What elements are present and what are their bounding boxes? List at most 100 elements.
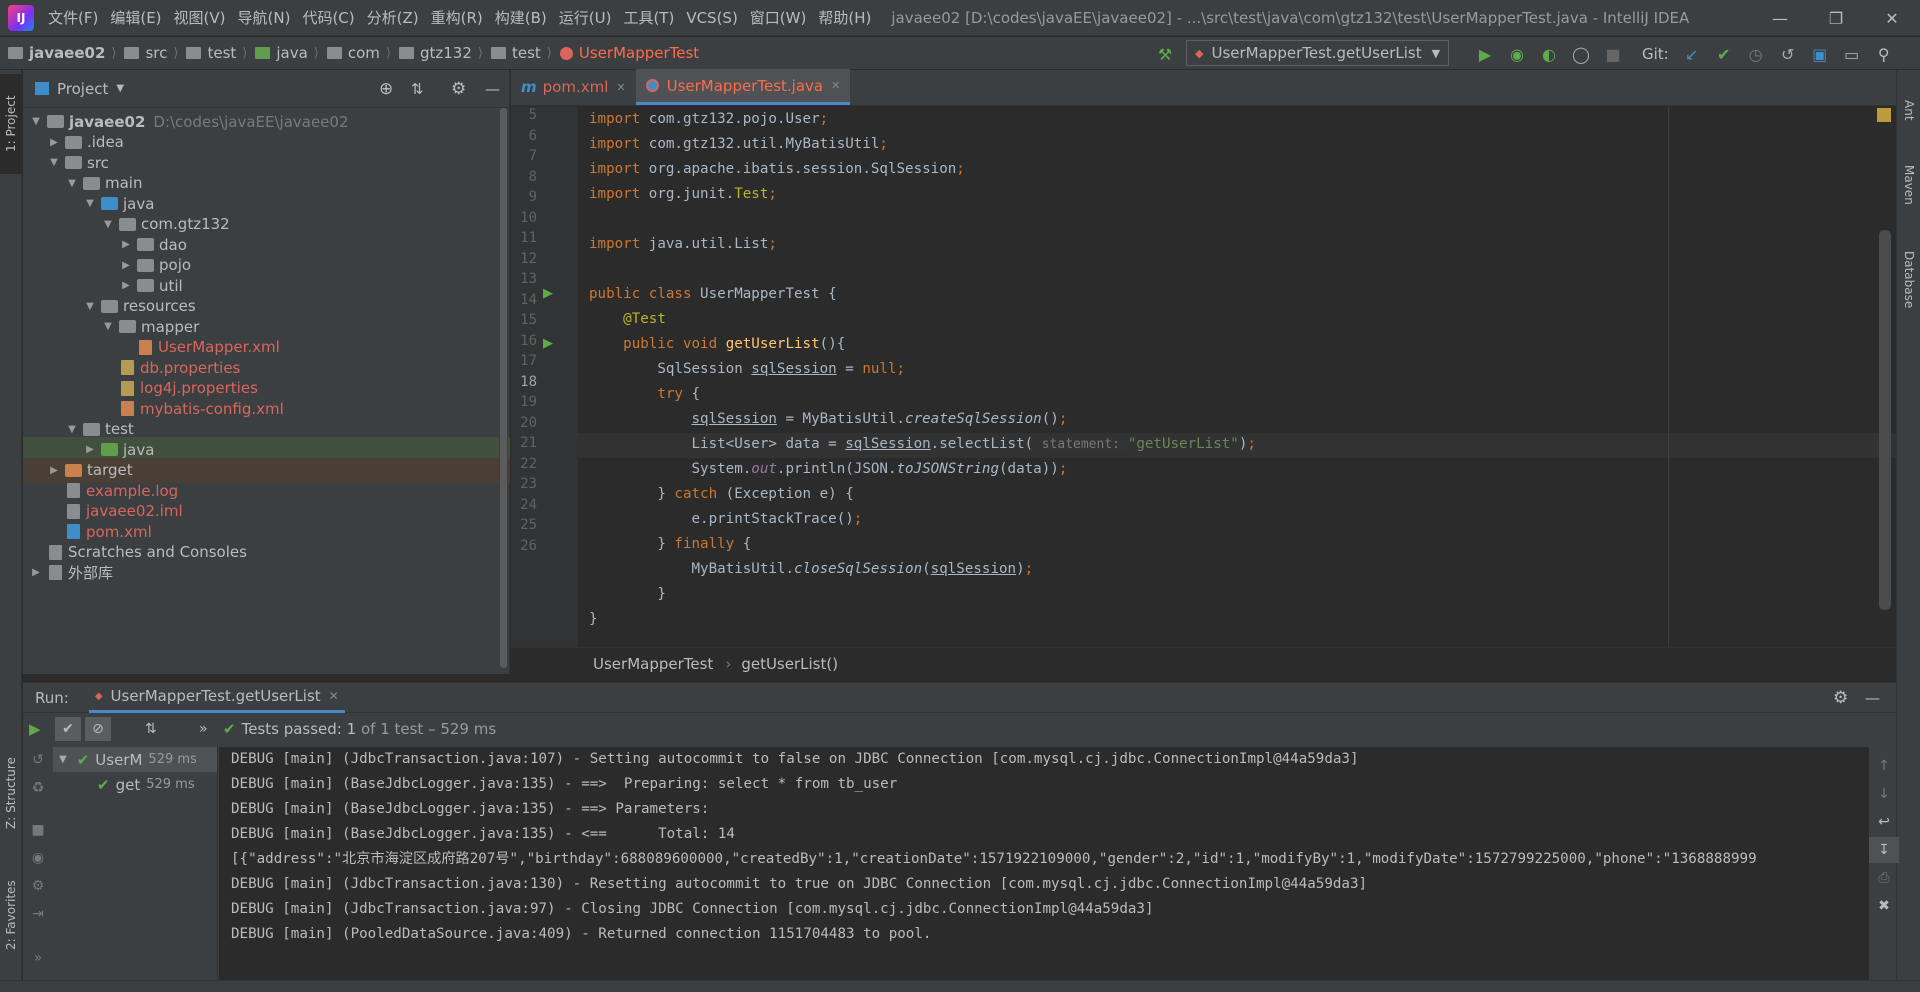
chevron-down-icon[interactable]: ▼ (116, 83, 124, 94)
editor-scrollbar[interactable] (1879, 230, 1891, 610)
test-node[interactable]: ▼ ✔ UserM 529 ms (53, 747, 217, 772)
menu-item[interactable]: 重构(R) (425, 7, 489, 28)
gear-icon[interactable]: ⚙ (451, 79, 466, 99)
breadcrumb-item[interactable]: test ⟩ (483, 44, 552, 62)
menu-item[interactable]: VCS(S) (680, 9, 743, 27)
collapse-all-icon[interactable]: ⇅ (411, 80, 424, 98)
git-update-icon[interactable]: ↙ (1679, 41, 1705, 67)
menu-item[interactable]: 分析(Z) (361, 7, 425, 28)
scroll-to-end-icon[interactable]: ↧ (1869, 837, 1899, 863)
chevron-right-icon[interactable]: ▶ (119, 239, 133, 250)
project-structure-icon[interactable]: ▣ (1807, 41, 1833, 67)
git-history-icon[interactable]: ◷ (1743, 41, 1769, 67)
sort-icon[interactable]: ⇅ (145, 721, 157, 737)
close-tab-icon[interactable]: ✕ (831, 79, 840, 92)
toggle-auto-test-icon[interactable]: ♻ (23, 775, 53, 801)
menu-item[interactable]: 编辑(E) (104, 7, 167, 28)
build-hammer-icon[interactable]: ⚒ (1152, 41, 1178, 67)
run-gutter-icon[interactable]: ▶ (543, 336, 553, 351)
chevron-right-icon[interactable]: ▶ (47, 137, 61, 148)
chevron-down-icon[interactable]: ▼ (83, 198, 97, 209)
breadcrumb-item[interactable]: src ⟩ (116, 44, 178, 62)
console-output[interactable]: DEBUG [main] (JdbcTransaction.java:107) … (219, 747, 1869, 981)
gear-icon[interactable]: ⚙ (1833, 688, 1848, 708)
camera-icon[interactable]: ◉ (23, 845, 53, 871)
profile-icon[interactable]: ◯ (1568, 41, 1594, 67)
menu-item[interactable]: 帮助(H) (812, 7, 877, 28)
menu-item[interactable]: 工具(T) (617, 7, 680, 28)
menu-item[interactable]: 运行(U) (553, 7, 618, 28)
minimize-icon[interactable]: — (1752, 0, 1808, 36)
editor-tab[interactable]: m pom.xml ✕ (511, 69, 636, 105)
breadcrumb-item[interactable]: java ⟩ (247, 44, 319, 62)
rerun-icon[interactable]: ▶ (29, 720, 41, 738)
breadcrumb-item[interactable]: javaee02 ⟩ (0, 44, 116, 62)
expand-icon[interactable]: » (23, 945, 53, 971)
breadcrumb-item[interactable]: com ⟩ (319, 44, 391, 62)
run-tab[interactable]: ◆ UserMapperTest.getUserList ✕ (88, 683, 345, 713)
debug-icon[interactable]: ◉ (1504, 41, 1530, 67)
locate-icon[interactable]: ⊕ (379, 79, 393, 99)
run-gutter-icon[interactable]: ▶ (543, 286, 553, 301)
hide-icon[interactable]: — (485, 80, 500, 98)
chevron-down-icon[interactable]: ▼ (65, 424, 79, 435)
show-passed-icon[interactable]: ✔ (55, 717, 81, 741)
menu-item[interactable]: 代码(C) (296, 7, 360, 28)
analysis-status-icon[interactable] (1877, 108, 1891, 122)
menu-item[interactable]: 窗口(W) (744, 7, 813, 28)
run-icon[interactable]: ▶ (1472, 41, 1498, 67)
chevron-down-icon[interactable]: ▼ (83, 301, 97, 312)
hide-icon[interactable]: — (1865, 689, 1880, 707)
chevron-down-icon[interactable]: ▼ (101, 321, 115, 332)
chevron-right-icon[interactable]: ▶ (119, 280, 133, 291)
project-panel-title[interactable]: Project (57, 80, 108, 98)
stop-icon[interactable]: ■ (1600, 41, 1626, 67)
trash-icon[interactable]: ✖ (1869, 893, 1899, 919)
close-tab-icon[interactable]: ✕ (616, 81, 625, 94)
database-tool-tab[interactable]: Database (1897, 230, 1920, 330)
menu-item[interactable]: 导航(N) (232, 7, 297, 28)
rerun-failed-icon[interactable]: ↺ (23, 747, 53, 773)
export-icon[interactable]: ⇥ (23, 901, 53, 927)
chevron-down-icon[interactable]: ▼ (59, 754, 67, 765)
settings-icon[interactable]: ⚙ (23, 873, 53, 899)
close-icon[interactable]: ✕ (1864, 0, 1920, 36)
favorites-tool-tab[interactable]: 2: Favorites (0, 860, 22, 970)
chevron-down-icon[interactable]: ▼ (65, 178, 79, 189)
chevron-down-icon[interactable]: ▼ (47, 157, 61, 168)
chevron-right-icon[interactable]: ▶ (119, 260, 133, 271)
editor-breadcrumb-item[interactable]: getUserList() (741, 655, 838, 673)
git-rollback-icon[interactable]: ↺ (1775, 41, 1801, 67)
chevron-down-icon[interactable]: ▼ (101, 219, 115, 230)
project-scrollbar[interactable] (499, 108, 508, 674)
close-tab-icon[interactable]: ✕ (329, 689, 339, 703)
show-ignored-icon[interactable]: ⊘ (85, 717, 111, 741)
menu-item[interactable]: 文件(F) (42, 7, 104, 28)
arrow-down-icon[interactable]: ↓ (1869, 781, 1899, 807)
editor-breadcrumb-item[interactable]: UserMapperTest (593, 655, 713, 673)
git-commit-icon[interactable]: ✔ (1711, 41, 1737, 67)
soft-wrap-icon[interactable]: ↩ (1869, 809, 1899, 835)
menu-item[interactable]: 构建(B) (489, 7, 553, 28)
presentation-icon[interactable]: ▭ (1839, 41, 1865, 67)
menu-item[interactable]: 视图(V) (168, 7, 232, 28)
breadcrumb-item[interactable]: UserMapperTest (552, 44, 699, 62)
project-scrollbar-thumb[interactable] (500, 108, 507, 668)
chevron-right-icon[interactable]: ▶ (29, 567, 43, 578)
arrow-up-icon[interactable]: ↑ (1869, 753, 1899, 779)
run-configuration-select[interactable]: ◆ UserMapperTest.getUserList ▼ (1186, 40, 1450, 66)
chevron-down-icon[interactable]: ▼ (29, 116, 43, 127)
print-icon[interactable]: ⎙ (1869, 865, 1899, 891)
maven-tool-tab[interactable]: Maven (1897, 150, 1920, 220)
restore-icon[interactable]: ❐ (1808, 0, 1864, 36)
editor-tab[interactable]: UserMapperTest.java ✕ (635, 69, 851, 105)
chevron-right-icon[interactable]: ▶ (47, 465, 61, 476)
ant-tool-tab[interactable]: Ant (1897, 80, 1920, 140)
coverage-icon[interactable]: ◐ (1536, 41, 1562, 67)
breadcrumb-item[interactable]: test ⟩ (178, 44, 247, 62)
test-node[interactable]: ✔ get 529 ms (97, 772, 195, 797)
breadcrumb-item[interactable]: gtz132 ⟩ (391, 44, 483, 62)
chevron-right-icon[interactable]: ▶ (83, 444, 97, 455)
tree-node[interactable]: ▶ 外部库 (23, 560, 510, 585)
stop-icon[interactable]: ■ (23, 817, 53, 843)
